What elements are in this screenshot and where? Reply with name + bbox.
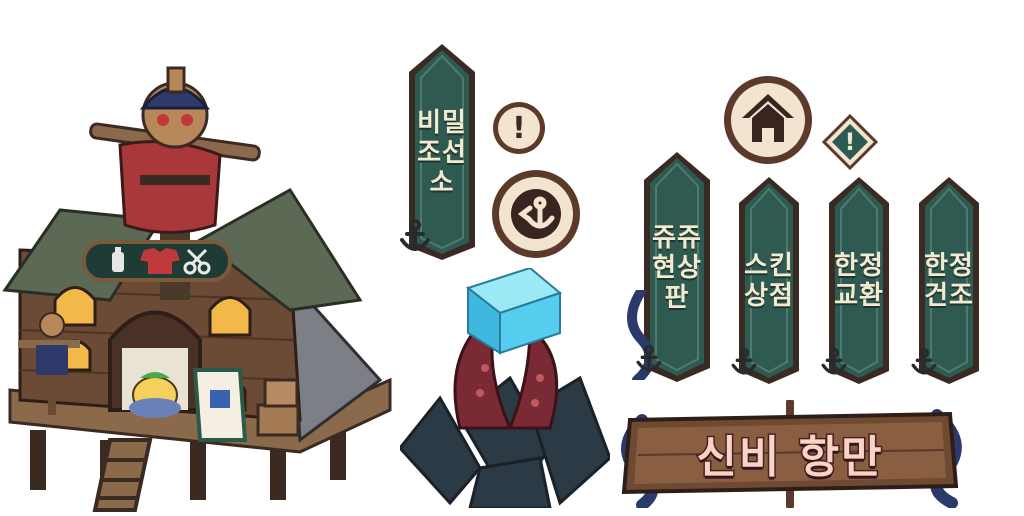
exclamation-icon: ! [512,110,526,146]
mystic-harbor-title: 신비 항만 [695,431,884,485]
limited-exchange-line2: 교환 [834,281,884,311]
skin-shop-line1: 스킨 [744,251,794,281]
anchor-icon [400,219,430,251]
alert-round-button[interactable]: ! [491,100,547,156]
home-round-button[interactable] [722,74,814,166]
secret-shipyard-line1: 비밀 [417,108,467,138]
anchor-icon [636,344,662,372]
limited-build-line1: 한정 [924,251,974,281]
limited-exchange-line1: 한정 [834,251,884,281]
rare-board-line1: 쥬쥬 [652,222,702,253]
anchor-icon [821,347,847,375]
skin-shop-line2: 상점 [744,281,794,311]
limited-build-banner[interactable]: 한정 건조 [911,175,983,387]
rare-board-banner[interactable]: 쥬쥬 현상판 [627,150,714,385]
secret-shipyard-banner[interactable]: 비밀 조선소 [400,42,479,264]
anchor-icon [911,347,937,375]
tailor-shop-building[interactable] [0,60,400,512]
secret-shipyard-line2: 조선소 [417,138,467,198]
skin-shop-banner[interactable]: 스킨 상점 [731,175,803,387]
shop-sign [82,238,232,284]
crystal-pedestal[interactable] [398,266,612,510]
anchor-icon [731,347,757,375]
limited-build-line2: 건조 [924,281,974,311]
exclamation-icon: ! [844,128,856,156]
limited-exchange-banner[interactable]: 한정 교환 [821,175,893,387]
alert-diamond-button[interactable]: ! [822,114,878,170]
anchor-round-button[interactable] [490,168,582,260]
